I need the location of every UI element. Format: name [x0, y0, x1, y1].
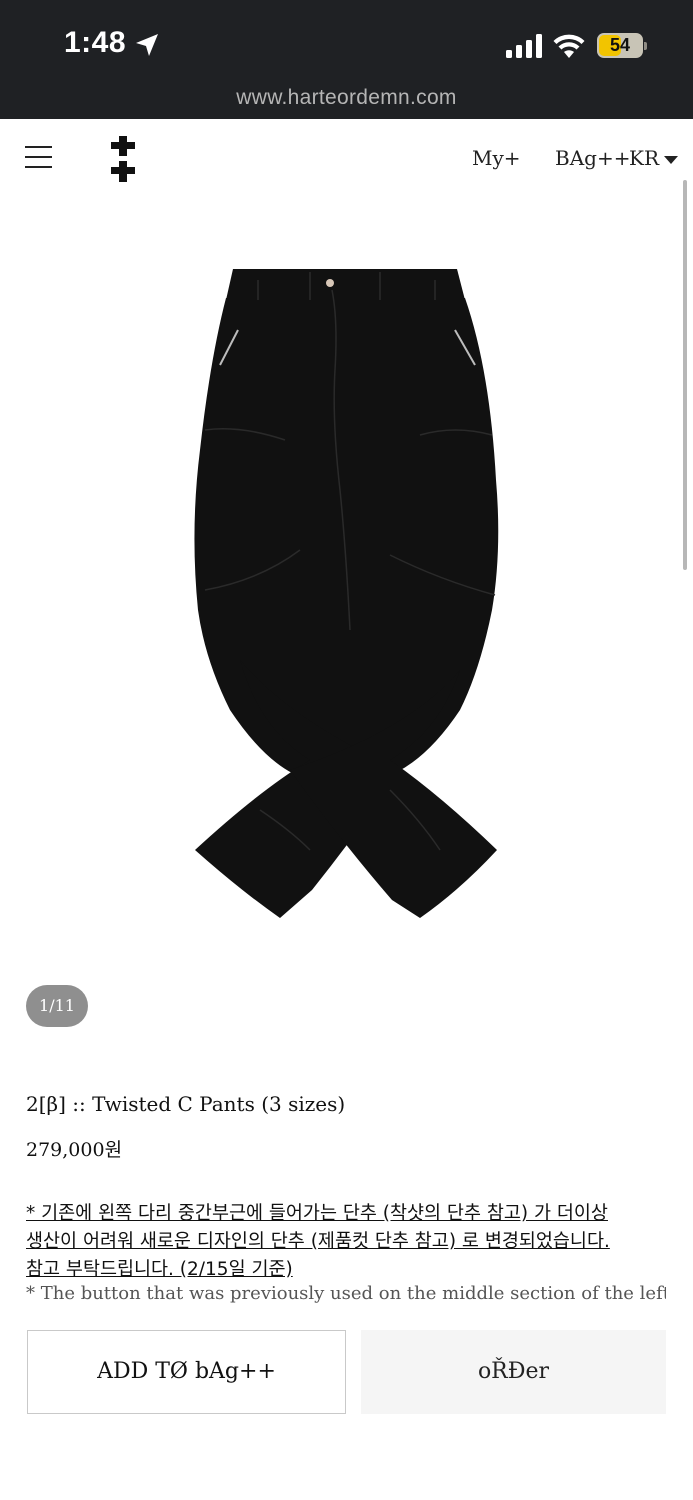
- my-account-link[interactable]: My+: [472, 146, 521, 170]
- add-to-bag-button[interactable]: ADD TØ bAg++: [27, 1330, 346, 1414]
- scrollbar[interactable]: [683, 180, 687, 570]
- status-time: 1:48: [64, 26, 127, 59]
- location-arrow-icon: [136, 34, 158, 56]
- bag-link[interactable]: BAg++: [555, 146, 630, 170]
- notice-line: 참고 부탁드립니다. (2/15일 기준): [26, 1259, 293, 1280]
- site-header: My+ BAg++ KR: [0, 119, 693, 197]
- bottom-action-bar: ADD TØ bAg++ oŘĐer: [0, 1310, 693, 1500]
- product-title: 2[β] :: Twisted C Pants (3 sizes): [26, 1092, 346, 1116]
- status-bar: 1:48 54 www.harteordemn.com: [0, 0, 693, 119]
- notice-english: * The button that was previously used on…: [26, 1283, 666, 1304]
- wifi-icon: [553, 34, 585, 58]
- product-price: 279,000원: [26, 1139, 123, 1161]
- hamburger-icon[interactable]: [25, 146, 52, 168]
- battery-level: 54: [609, 35, 631, 55]
- image-counter: 1/11: [26, 985, 88, 1027]
- notice-korean: * 기존에 왼쪽 다리 중간부근에 들어가는 단추 (착샷의 단추 참고) 가 …: [26, 1200, 666, 1284]
- product-image[interactable]: [160, 250, 530, 940]
- order-button[interactable]: oŘĐer: [361, 1330, 666, 1414]
- signal-bars-icon: [506, 34, 542, 58]
- battery-icon: 54: [597, 33, 647, 58]
- notice-line: * 기존에 왼쪽 다리 중간부근에 들어가는 단추 (착샷의 단추 참고) 가 …: [26, 1203, 608, 1224]
- brand-logo[interactable]: [110, 136, 136, 182]
- chevron-down-icon[interactable]: [664, 156, 678, 164]
- language-selector[interactable]: KR: [629, 146, 659, 170]
- address-bar-url[interactable]: www.harteordemn.com: [0, 86, 693, 110]
- notice-line: 생산이 어려워 새로운 디자인의 단추 (제품컷 단추 참고) 로 변경되었습니…: [26, 1231, 610, 1252]
